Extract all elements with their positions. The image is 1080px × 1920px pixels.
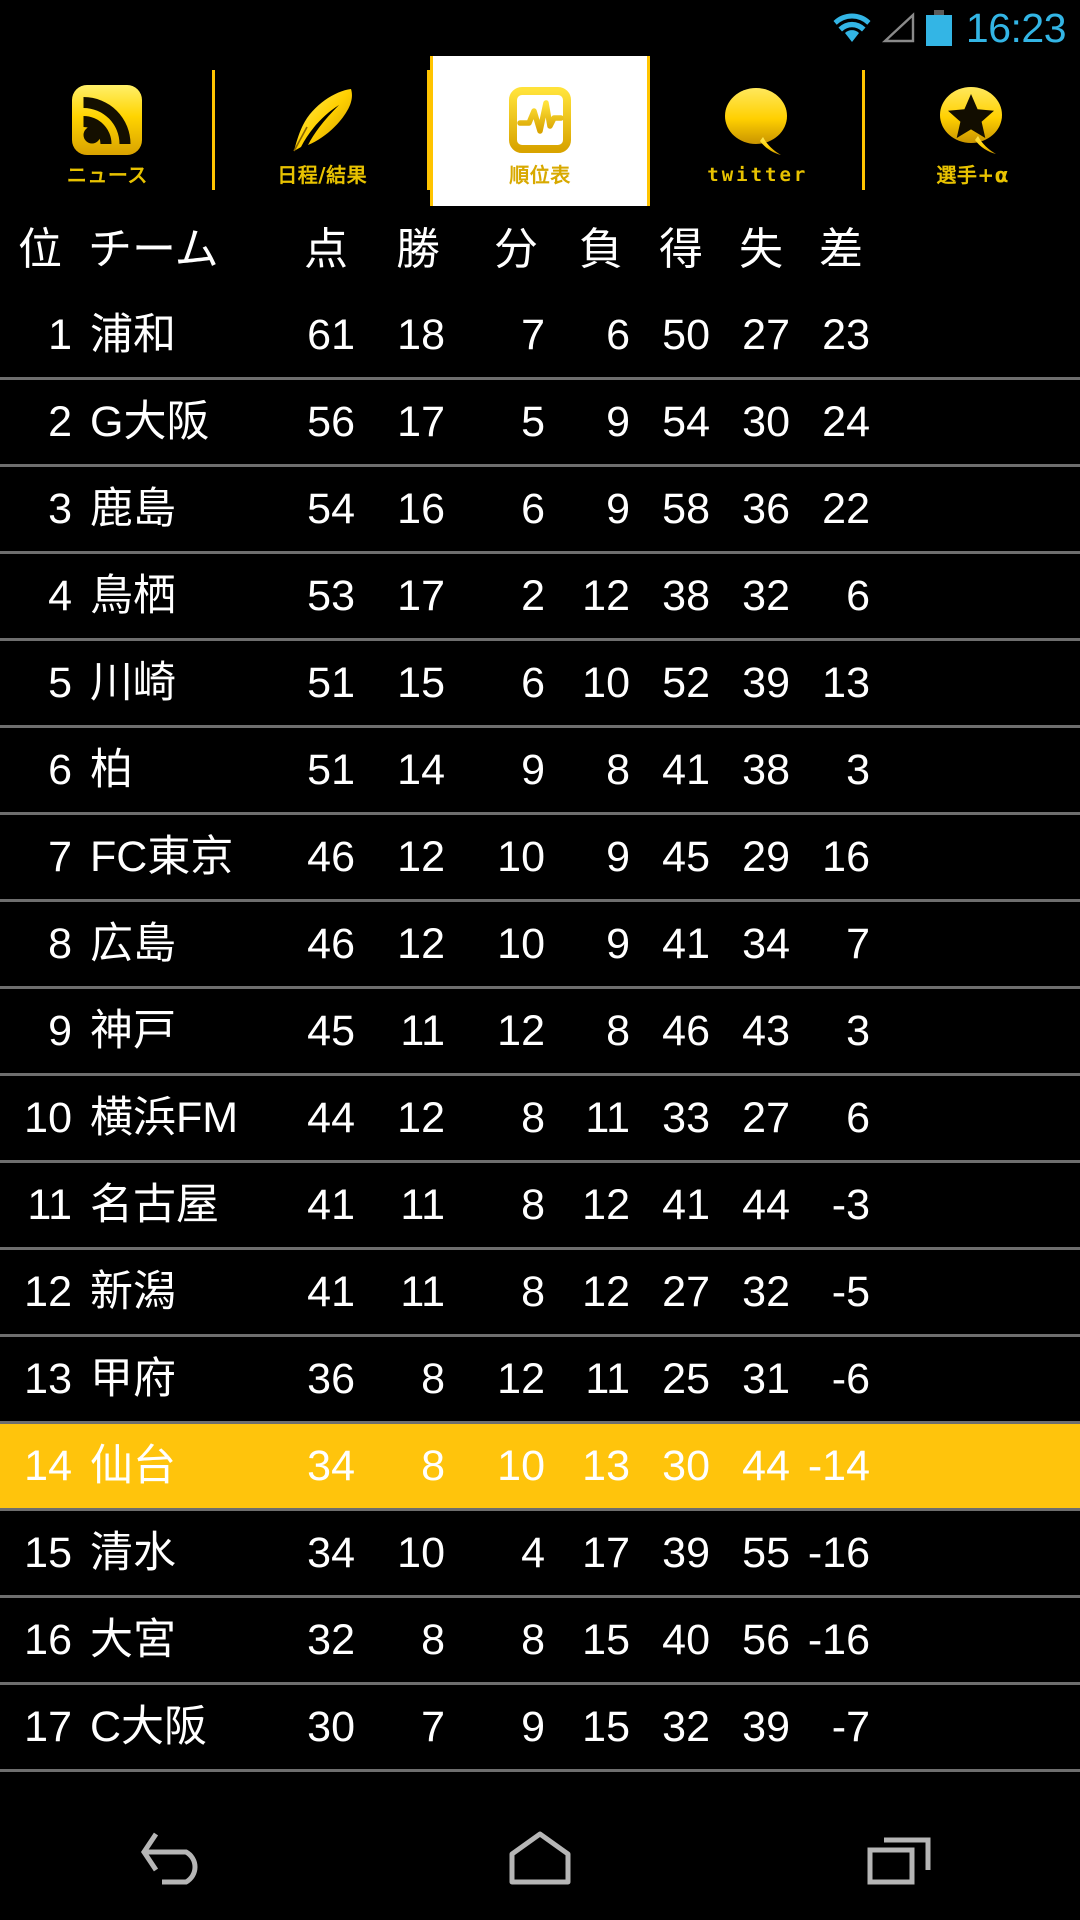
tab-twitter[interactable]: twitter: [650, 56, 866, 206]
wifi-icon: [832, 11, 872, 45]
cell-goal-diff: 3: [846, 745, 870, 794]
table-row[interactable]: 15 清水 34 10 4 17 39 55 -16: [0, 1511, 1080, 1598]
table-row[interactable]: 3 鹿島 54 16 6 9 58 36 22: [0, 467, 1080, 554]
tab-news[interactable]: ニュース: [0, 56, 215, 206]
table-row[interactable]: 8 広島 46 12 10 9 41 34 7: [0, 902, 1080, 989]
cell-goal-diff: -16: [807, 1615, 870, 1664]
cell-rank: 6: [48, 745, 72, 794]
quill-feather-icon: [283, 77, 361, 163]
cell-rank: 12: [24, 1267, 72, 1316]
tab-label: ニュース: [66, 163, 148, 187]
android-navigation-bar: [0, 1800, 1080, 1920]
table-row[interactable]: 6 柏 51 14 9 8 41 38 3: [0, 728, 1080, 815]
recents-icon: [854, 1826, 946, 1895]
cell-rank: 2: [48, 397, 72, 446]
star-bubble-icon: [932, 77, 1014, 163]
cell-rank: 9: [48, 1006, 72, 1055]
cell-signal-icon: [881, 11, 917, 45]
table-row[interactable]: 9 神戸 45 11 12 8 46 43 3: [0, 989, 1080, 1076]
home-button[interactable]: [450, 1800, 630, 1920]
tab-label: 選手+α: [936, 163, 1009, 187]
standings-table: 位 チーム 点 勝 分 負 得 失 差 1 浦和 61 18 7 6 50 27 23 2 G大阪 5…: [0, 206, 1080, 1772]
table-row[interactable]: 17 C大阪 30 7 9 15 32 39 -7: [0, 1685, 1080, 1772]
cell-goal-diff: 24: [822, 397, 870, 446]
cell-goal-diff: -5: [831, 1267, 870, 1316]
back-button[interactable]: [90, 1800, 270, 1920]
table-row[interactable]: 1 浦和 61 18 7 6 50 27 23: [0, 293, 1080, 380]
cell-rank: 10: [24, 1093, 72, 1142]
cell-rank: 5: [48, 658, 72, 707]
tab-label: twitter: [707, 163, 809, 186]
cell-goal-diff: 7: [846, 919, 870, 968]
cell-goal-diff: 3: [846, 1006, 870, 1055]
cell-goal-diff: 6: [846, 571, 870, 620]
cell-rank: 13: [24, 1354, 72, 1403]
recents-button[interactable]: [810, 1800, 990, 1920]
tab-standings[interactable]: 順位表: [429, 56, 651, 206]
cell-goal-diff: -14: [807, 1441, 870, 1490]
speech-bubble-icon: [717, 78, 799, 164]
cell-goal-diff: 13: [822, 658, 870, 707]
table-row[interactable]: 7 FC東京 46 12 10 9 45 29 16: [0, 815, 1080, 902]
column-header-goal-diff: 差: [819, 224, 863, 274]
cell-rank: 4: [48, 571, 72, 620]
table-row[interactable]: 2 G大阪 56 17 5 9 54 30 24: [0, 380, 1080, 467]
cell-rank: 1: [48, 310, 72, 359]
cell-goal-diff: 6: [846, 1093, 870, 1142]
tab-players-plus[interactable]: 選手+α: [865, 56, 1080, 206]
tab-label: 順位表: [509, 163, 571, 187]
table-row[interactable]: 16 大宮 32 8 8 15 40 56 -16: [0, 1598, 1080, 1685]
table-body: 1 浦和 61 18 7 6 50 27 23 2 G大阪 56 17 5 9 54 30 24 3 鹿島 54 16 6 9…: [0, 293, 1080, 1772]
back-icon: [134, 1826, 226, 1895]
cell-rank: 17: [24, 1702, 72, 1751]
table-row[interactable]: 10 横浜FM 44 12 8 11 33 27 6: [0, 1076, 1080, 1163]
cell-rank: 7: [48, 832, 72, 881]
table-row[interactable]: 14 仙台 34 8 10 13 30 44 -14: [0, 1424, 1080, 1511]
column-header-rank: 位: [18, 224, 62, 274]
app-root: 16:23 ニュース 日程/結果 順位表 twitter 選手+α 位 チーム …: [0, 0, 1080, 1920]
cell-goal-diff: -16: [807, 1528, 870, 1577]
table-row[interactable]: 4 鳥栖 53 17 2 12 38 32 6: [0, 554, 1080, 641]
battery-icon: [925, 10, 952, 46]
table-row[interactable]: 5 川崎 51 15 6 10 52 39 13: [0, 641, 1080, 728]
chart-monitor-icon: [502, 77, 578, 163]
cell-rank: 14: [24, 1441, 72, 1490]
tab-schedule-results[interactable]: 日程/結果: [214, 56, 430, 206]
table-header-row: 位 チーム 点 勝 分 負 得 失 差: [0, 206, 1080, 293]
status-icons: [832, 10, 952, 46]
table-row[interactable]: 12 新潟 41 11 8 12 27 32 -5: [0, 1250, 1080, 1337]
cell-goal-diff: -6: [831, 1354, 870, 1403]
cell-rank: 16: [24, 1615, 72, 1664]
rss-icon: [70, 77, 144, 163]
table-row[interactable]: 13 甲府 36 8 12 11 25 31 -6: [0, 1337, 1080, 1424]
status-bar: 16:23: [0, 0, 1080, 56]
cell-rank: 8: [48, 919, 72, 968]
table-row[interactable]: 11 名古屋 41 11 8 12 41 44 -3: [0, 1163, 1080, 1250]
clock: 16:23: [965, 4, 1067, 51]
home-icon: [494, 1826, 586, 1895]
cell-goal-diff: -7: [831, 1702, 870, 1751]
cell-rank: 15: [24, 1528, 72, 1577]
cell-goal-diff: 16: [822, 832, 870, 881]
cell-goal-diff: 22: [822, 484, 870, 533]
tab-bar: ニュース 日程/結果 順位表 twitter 選手+α: [0, 56, 1080, 206]
cell-goal-diff: -3: [831, 1180, 870, 1229]
cell-rank: 11: [27, 1180, 72, 1229]
tab-label: 日程/結果: [277, 163, 368, 187]
cell-rank: 3: [48, 484, 72, 533]
cell-goal-diff: 23: [822, 310, 870, 359]
